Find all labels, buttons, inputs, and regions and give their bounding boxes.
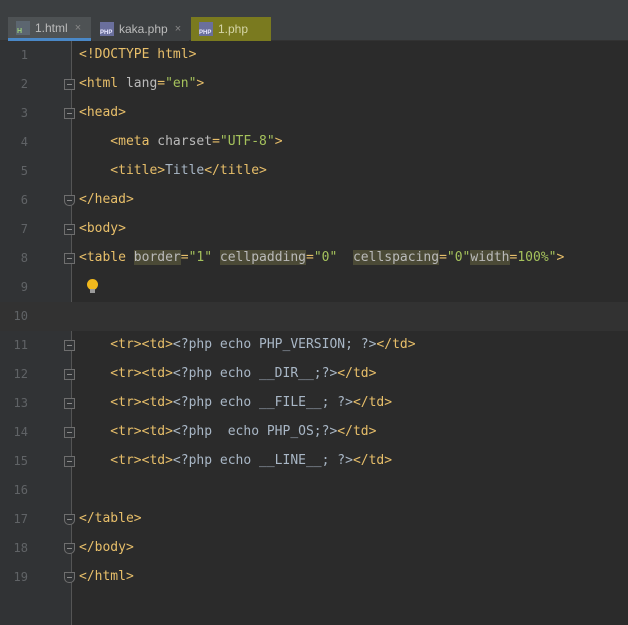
line-number: 14 xyxy=(13,425,28,439)
code-text: <tr><td><?php echo PHP_OS;?></td> xyxy=(79,424,377,439)
line-number: 15 xyxy=(13,454,28,468)
code-text: <table border="1" cellpadding="0" cellsp… xyxy=(79,250,565,265)
fold-end-icon[interactable] xyxy=(64,543,75,554)
close-icon[interactable]: × xyxy=(175,23,181,35)
code-line[interactable]: 18 </body> xyxy=(0,534,628,563)
code-editor[interactable]: 1 <!DOCTYPE html> 2 <html lang="en"> 3 <head>… xyxy=(0,41,628,625)
line-number: 1 xyxy=(20,48,28,62)
fold-toggle-icon[interactable] xyxy=(64,253,75,264)
code-text: <body> xyxy=(79,221,126,236)
php-file-icon xyxy=(100,22,114,36)
line-number: 2 xyxy=(20,77,28,91)
fold-toggle-icon[interactable] xyxy=(64,427,75,438)
html-file-icon xyxy=(16,20,30,35)
line-number: 17 xyxy=(13,512,28,526)
close-icon[interactable]: × xyxy=(75,22,81,34)
fold-toggle-icon[interactable] xyxy=(64,108,75,119)
fold-toggle-icon[interactable] xyxy=(64,79,75,90)
code-text: <tr><td><?php echo __DIR__;?></td> xyxy=(79,366,377,381)
line-number: 3 xyxy=(20,106,28,120)
code-text: <tr><td><?php echo PHP_VERSION; ?></td> xyxy=(79,337,416,352)
line-number: 18 xyxy=(13,541,28,555)
code-line[interactable]: 13 <tr><td><?php echo __FILE__; ?></td> xyxy=(0,389,628,418)
line-number: 11 xyxy=(13,338,28,352)
code-text: <tr><td><?php echo __FILE__; ?></td> xyxy=(79,395,393,410)
code-line[interactable]: 6 </head> xyxy=(0,186,628,215)
tab-label: 1.php xyxy=(218,22,249,36)
line-number: 4 xyxy=(20,135,28,149)
fold-toggle-icon[interactable] xyxy=(64,369,75,380)
line-number: 13 xyxy=(13,396,28,410)
fold-toggle-icon[interactable] xyxy=(64,456,75,467)
tab-1-php[interactable]: 1.php xyxy=(191,17,271,41)
php-file-icon xyxy=(199,22,213,36)
tab-label: 1.html xyxy=(35,20,68,35)
fold-toggle-icon[interactable] xyxy=(64,224,75,235)
tab-label: kaka.php xyxy=(119,22,168,36)
code-text: <tr><td><?php echo __LINE__; ?></td> xyxy=(79,453,393,468)
tab-1-html[interactable]: 1.html × xyxy=(8,17,91,41)
code-line[interactable]: 10 xyxy=(0,302,628,331)
code-line[interactable]: 11 <tr><td><?php echo PHP_VERSION; ?></t… xyxy=(0,331,628,360)
code-line[interactable]: 5 <title>Title</title> xyxy=(0,157,628,186)
fold-toggle-icon[interactable] xyxy=(64,398,75,409)
line-number: 8 xyxy=(20,251,28,265)
code-text: <title>Title</title> xyxy=(79,163,267,178)
code-text: </table> xyxy=(79,511,142,526)
code-line[interactable]: 15 <tr><td><?php echo __LINE__; ?></td> xyxy=(0,447,628,476)
code-line[interactable]: 9 xyxy=(0,273,628,302)
line-number: 16 xyxy=(13,483,28,497)
line-number: 19 xyxy=(13,570,28,584)
code-line[interactable]: 17 </table> xyxy=(0,505,628,534)
code-line[interactable]: 4 <meta charset="UTF-8"> xyxy=(0,128,628,157)
code-line[interactable]: 19 </html> xyxy=(0,563,628,592)
code-line[interactable]: 2 <html lang="en"> xyxy=(0,70,628,99)
code-line[interactable]: 12 <tr><td><?php echo __DIR__;?></td> xyxy=(0,360,628,389)
code-line[interactable]: 16 xyxy=(0,476,628,505)
code-text: </head> xyxy=(79,192,134,207)
line-number: 10 xyxy=(13,309,28,323)
code-text: <head> xyxy=(79,105,126,120)
code-text: <!DOCTYPE html> xyxy=(79,47,197,62)
code-line[interactable]: 7 <body> xyxy=(0,215,628,244)
fold-end-icon[interactable] xyxy=(64,572,75,583)
line-number: 9 xyxy=(20,280,28,294)
tab-kaka-php[interactable]: kaka.php × xyxy=(92,17,189,41)
fold-end-icon[interactable] xyxy=(64,514,75,525)
code-line[interactable]: 8 <table border="1" cellpadding="0" cells… xyxy=(0,244,628,273)
code-line[interactable]: 14 <tr><td><?php echo PHP_OS;?></td> xyxy=(0,418,628,447)
code-text: <meta charset="UTF-8"> xyxy=(79,134,283,149)
fold-toggle-icon[interactable] xyxy=(64,340,75,351)
code-text: <html lang="en"> xyxy=(79,76,205,91)
line-number: 12 xyxy=(13,367,28,381)
editor-tab-bar: 1.html × kaka.php × 1.php xyxy=(0,14,628,41)
fold-end-icon[interactable] xyxy=(64,195,75,206)
code-text: </html> xyxy=(79,569,134,584)
window-top-bar xyxy=(0,0,628,14)
line-number: 6 xyxy=(20,193,28,207)
line-number: 7 xyxy=(20,222,28,236)
code-line[interactable]: 1 <!DOCTYPE html> xyxy=(0,41,628,70)
code-text: </body> xyxy=(79,540,134,555)
lightbulb-icon[interactable] xyxy=(87,279,99,295)
line-number: 5 xyxy=(20,164,28,178)
code-line[interactable]: 3 <head> xyxy=(0,99,628,128)
